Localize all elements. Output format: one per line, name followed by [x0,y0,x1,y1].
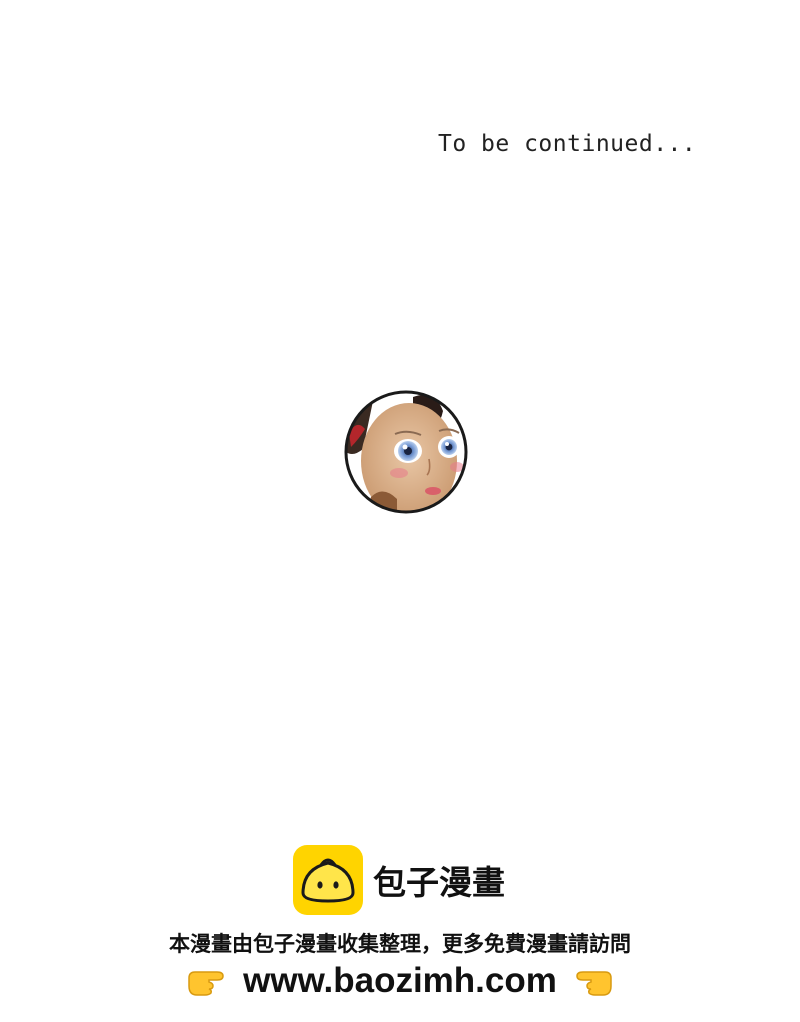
site-notice: 本漫畫由包子漫畫收集整理，更多免費漫畫請訪問 [169,932,631,956]
site-url-link[interactable]: www.baozimh.com [243,961,557,1001]
brand-name: 包子漫畫 [373,863,505,902]
pointing-right-hand-icon [188,971,224,996]
pointing-left-hand-icon [576,971,612,996]
to-be-continued-text: To be continued... [438,131,697,157]
url-row: www.baozimh.com [0,958,800,1004]
baozi-bun-icon [293,845,363,915]
brand-logo-row: 包子漫畫 [293,845,505,915]
author-avatar [344,390,468,514]
